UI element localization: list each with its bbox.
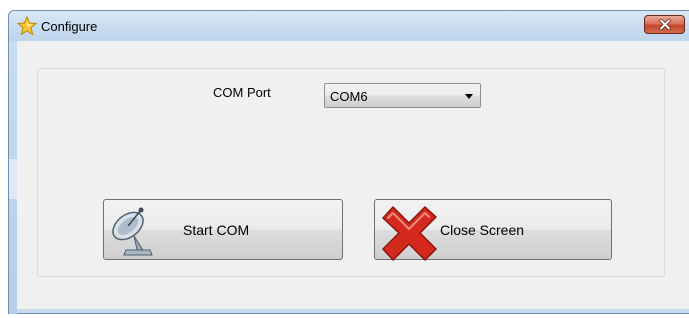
red-x-icon (382, 206, 437, 261)
window-title: Configure (41, 19, 98, 34)
window-close-button[interactable] (644, 15, 685, 34)
star-icon (17, 16, 37, 36)
client-area: COM Port COM6 Start COM Close Screen (17, 41, 689, 309)
com-port-dropdown[interactable]: COM6 (324, 83, 481, 108)
title-bar[interactable]: Configure (9, 11, 689, 41)
com-port-label: COM Port (213, 85, 271, 100)
close-screen-button[interactable]: Close Screen (374, 199, 612, 261)
frame-highlight (9, 159, 17, 199)
start-com-button[interactable]: Start COM (103, 199, 343, 260)
close-icon (659, 19, 671, 30)
settings-group-box: COM Port COM6 Start COM Close Screen (37, 68, 665, 277)
com-port-selected-value: COM6 (330, 89, 368, 104)
start-com-label: Start COM (183, 222, 250, 238)
configure-window: Configure COM Port COM6 Start COM Close … (8, 10, 689, 314)
satellite-dish-icon (112, 207, 153, 256)
chevron-down-icon (465, 94, 473, 99)
window-frame-left (9, 41, 17, 314)
close-screen-label: Close Screen (440, 222, 525, 238)
